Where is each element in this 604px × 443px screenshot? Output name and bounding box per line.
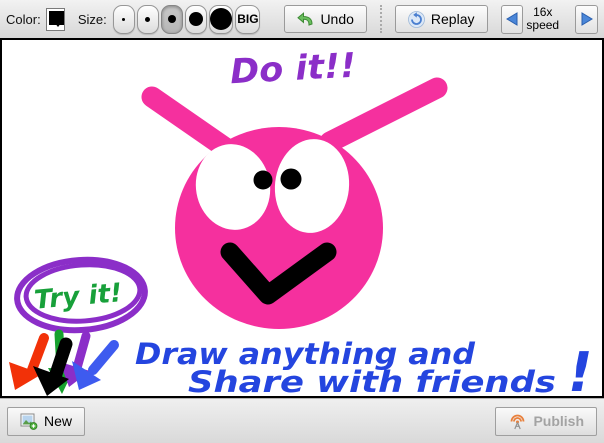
size-button-tiny[interactable] — [112, 4, 135, 34]
size-button-large[interactable] — [185, 4, 208, 34]
tagline-line2: Share with friends — [188, 365, 556, 396]
new-button[interactable]: New — [7, 406, 86, 436]
replay-icon — [408, 10, 425, 28]
drawing-app: Color: Size: BIG Undo Replay 16x speed D… — [0, 0, 604, 443]
arrow-purple-shaft — [72, 331, 91, 373]
drawing-canvas[interactable]: Do it!! Try it! Draw anything and Share … — [0, 40, 604, 398]
size-button-small[interactable] — [136, 4, 160, 34]
replay-button[interactable]: Replay — [394, 5, 488, 33]
publish-button[interactable]: Publish — [495, 406, 597, 436]
undo-label: Undo — [320, 11, 354, 27]
brush-dot-medium-icon — [168, 15, 177, 23]
top-toolbar: Color: Size: BIG Undo Replay 16x speed — [0, 0, 604, 40]
doodle-arrow-red — [9, 333, 49, 390]
new-label: New — [44, 413, 73, 429]
size-button-big[interactable]: BIG — [235, 4, 261, 34]
size-label: Size: — [77, 11, 107, 27]
doodle-artwork: Do it!! Try it! Draw anything and Share … — [9, 46, 593, 396]
new-image-icon — [20, 413, 38, 430]
brush-dot-tiny-icon — [122, 17, 126, 21]
bottom-toolbar: New Publish — [0, 398, 604, 443]
size-button-xlarge[interactable] — [209, 4, 234, 34]
creature-right-antenna — [319, 77, 448, 153]
undo-icon — [297, 11, 313, 26]
color-swatch-button[interactable] — [45, 7, 65, 31]
arrow-blue-shaft — [88, 340, 119, 375]
speed-indicator: 16x speed — [526, 6, 559, 32]
brush-dot-xlarge-icon — [210, 8, 233, 30]
color-label: Color: — [6, 11, 41, 27]
undo-button[interactable]: Undo — [284, 5, 367, 33]
try-it-text: Try it! — [33, 278, 123, 316]
arrow-red-shaft — [27, 333, 49, 375]
do-it-text: Do it!! — [229, 46, 357, 93]
speed-increase-button[interactable] — [575, 4, 598, 34]
speed-label: speed — [526, 18, 560, 32]
size-button-medium[interactable] — [161, 4, 184, 34]
publish-label: Publish — [533, 413, 584, 429]
creature-right-pupil — [280, 168, 302, 190]
left-arrow-icon — [505, 12, 518, 26]
brush-dot-large-icon — [189, 12, 204, 26]
toolbar-separator — [379, 5, 382, 33]
right-arrow-icon — [581, 12, 593, 26]
speed-decrease-button[interactable] — [500, 4, 524, 34]
tagline-exclamation: ! — [568, 341, 593, 396]
replay-label: Replay — [430, 11, 475, 27]
creature-left-pupil — [253, 170, 273, 190]
publish-broadcast-icon — [511, 414, 525, 429]
dropdown-arrow-icon — [53, 21, 62, 27]
brush-dot-small-icon — [145, 16, 151, 22]
